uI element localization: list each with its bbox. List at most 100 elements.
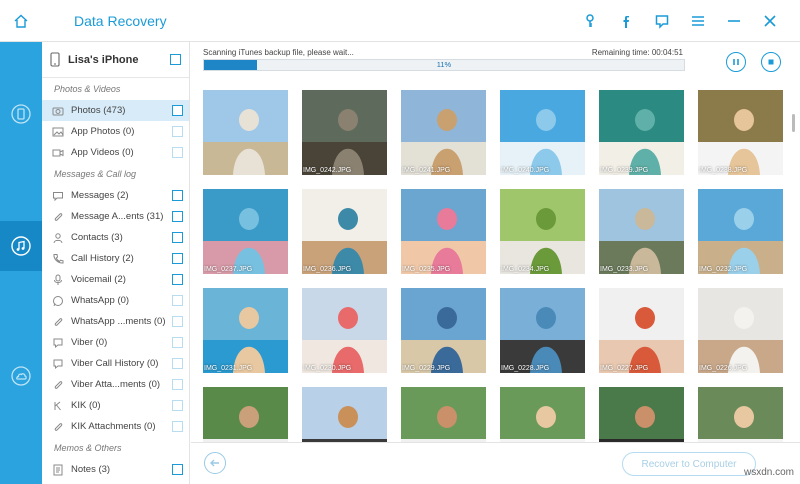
pause-button[interactable] [726, 52, 746, 72]
photo-thumbnail[interactable]: IMG_0240.JPG [500, 90, 585, 175]
photo-thumbnail[interactable]: IMG_0241.JPG [401, 90, 486, 175]
photo-thumbnail[interactable]: IMG_0232.JPG [698, 189, 783, 274]
sidebar-item-label: App Videos (0) [71, 147, 134, 158]
image-icon [52, 126, 64, 138]
rail-recover-device[interactable] [0, 89, 42, 139]
item-checkbox[interactable] [172, 464, 183, 475]
photo-image [203, 90, 288, 175]
sidebar-item[interactable]: App Videos (0) [42, 142, 189, 163]
sidebar-item[interactable]: App Photos (0) [42, 121, 189, 142]
item-checkbox[interactable] [172, 316, 183, 327]
photo-thumbnail[interactable]: IMG_0230.JPG [302, 288, 387, 373]
sidebar-item[interactable]: Viber Atta...ments (0) [42, 374, 189, 395]
category-heading: Messages & Call log [54, 169, 137, 179]
photo-thumbnail[interactable]: IMG_0231.JPG [203, 288, 288, 373]
sidebar-item-label: Voicemail (2) [71, 274, 126, 285]
sidebar-item[interactable]: WhatsApp (0) [42, 290, 189, 311]
key-button[interactable] [572, 8, 608, 34]
category-heading: Memos & Others [54, 443, 122, 453]
sidebar-item[interactable]: KIK Attachments (0) [42, 416, 189, 437]
viber-icon [52, 337, 64, 349]
sidebar-item[interactable]: Contacts (3) [42, 227, 189, 248]
photo-thumbnail[interactable] [203, 90, 288, 175]
photo-thumbnail[interactable]: IMG_0226.JPG [698, 288, 783, 373]
sidebar-item[interactable]: Messages (2) [42, 185, 189, 206]
notes-icon [52, 464, 64, 476]
back-button[interactable] [204, 452, 226, 474]
recover-to-computer-button[interactable]: Recover to Computer [622, 452, 756, 476]
sidebar-item-label: App Photos (0) [71, 126, 135, 137]
viber-call-icon [52, 358, 64, 370]
stop-button[interactable] [761, 52, 781, 72]
photo-caption: IMG_0231.JPG [204, 365, 253, 372]
sidebar-item[interactable]: Message A...ents (31) [42, 206, 189, 227]
item-checkbox[interactable] [172, 358, 183, 369]
photo-caption: IMG_0235.JPG [402, 266, 451, 273]
scrollbar-thumb[interactable] [792, 114, 795, 132]
item-checkbox[interactable] [172, 232, 183, 243]
sidebar-item[interactable]: Voicemail (2) [42, 269, 189, 290]
attachment-icon [52, 379, 64, 391]
photo-image [401, 288, 486, 373]
photo-caption: IMG_0234.JPG [501, 266, 550, 273]
item-checkbox[interactable] [172, 400, 183, 411]
sidebar-item[interactable]: Viber Call History (0) [42, 353, 189, 374]
photo-thumbnail[interactable]: IMG_0238.JPG [698, 90, 783, 175]
photo-thumbnail[interactable]: IMG_0242.JPG [302, 90, 387, 175]
photo-thumbnail[interactable]: IMG_0235.JPG [401, 189, 486, 274]
sidebar-item[interactable]: WhatsApp ...ments (0) [42, 311, 189, 332]
sidebar-item[interactable]: Photos (473) [42, 100, 189, 121]
photo-image [302, 189, 387, 274]
photo-thumbnail[interactable]: IMG_0229.JPG [401, 288, 486, 373]
photo-thumbnail[interactable]: IMG_0233.JPG [599, 189, 684, 274]
photo-image [599, 90, 684, 175]
category-sidebar: Lisa's iPhone Photos & Videos Photos (473… [42, 42, 190, 484]
photo-thumbnail[interactable]: IMG_0237.JPG [203, 189, 288, 274]
item-checkbox[interactable] [172, 295, 183, 306]
sidebar-item-label: KIK (0) [71, 400, 101, 411]
item-checkbox[interactable] [172, 337, 183, 348]
item-checkbox[interactable] [172, 147, 183, 158]
watermark: wsxdn.com [743, 467, 794, 478]
sidebar-item[interactable]: Notes (3) [42, 459, 189, 480]
menu-button[interactable] [680, 8, 716, 34]
rail-recover-icloud[interactable] [0, 351, 42, 401]
item-checkbox[interactable] [172, 190, 183, 201]
item-checkbox[interactable] [172, 211, 183, 222]
photo-caption: IMG_0240.JPG [501, 167, 550, 174]
item-checkbox[interactable] [172, 421, 183, 432]
item-checkbox[interactable] [172, 274, 183, 285]
photo-thumbnail[interactable]: IMG_0227.JPG [599, 288, 684, 373]
facebook-button[interactable] [608, 8, 644, 34]
photo-thumbnail[interactable]: IMG_0234.JPG [500, 189, 585, 274]
item-checkbox[interactable] [172, 126, 183, 137]
feedback-button[interactable] [644, 8, 680, 34]
close-button[interactable] [752, 8, 788, 34]
sidebar-item[interactable]: KIK (0) [42, 395, 189, 416]
grid-scrollbar[interactable] [791, 110, 796, 430]
whatsapp-icon [52, 295, 64, 307]
item-checkbox[interactable] [172, 105, 183, 116]
icloud-icon [11, 366, 31, 386]
rail-recover-itunes[interactable] [0, 221, 42, 271]
home-button[interactable] [0, 0, 42, 42]
itunes-icon [11, 236, 31, 256]
feedback-icon [655, 15, 669, 29]
photo-thumbnail[interactable]: IMG_0236.JPG [302, 189, 387, 274]
sidebar-item[interactable]: Call History (2) [42, 248, 189, 269]
device-checkbox[interactable] [170, 54, 181, 65]
photo-thumbnail[interactable]: IMG_0239.JPG [599, 90, 684, 175]
minimize-button[interactable] [716, 8, 752, 34]
photo-image [302, 288, 387, 373]
scan-status: Scanning iTunes backup file, please wait… [203, 48, 354, 57]
item-checkbox[interactable] [172, 253, 183, 264]
photo-thumbnail[interactable]: IMG_0228.JPG [500, 288, 585, 373]
contact-icon [52, 232, 64, 244]
attachment-icon [52, 316, 64, 328]
sidebar-item[interactable]: Viber (0) [42, 332, 189, 353]
sidebar-item-label: Notes (3) [71, 464, 111, 475]
facebook-icon [623, 16, 629, 28]
menu-icon [692, 16, 704, 26]
device-row[interactable]: Lisa's iPhone [42, 42, 189, 78]
item-checkbox[interactable] [172, 379, 183, 390]
